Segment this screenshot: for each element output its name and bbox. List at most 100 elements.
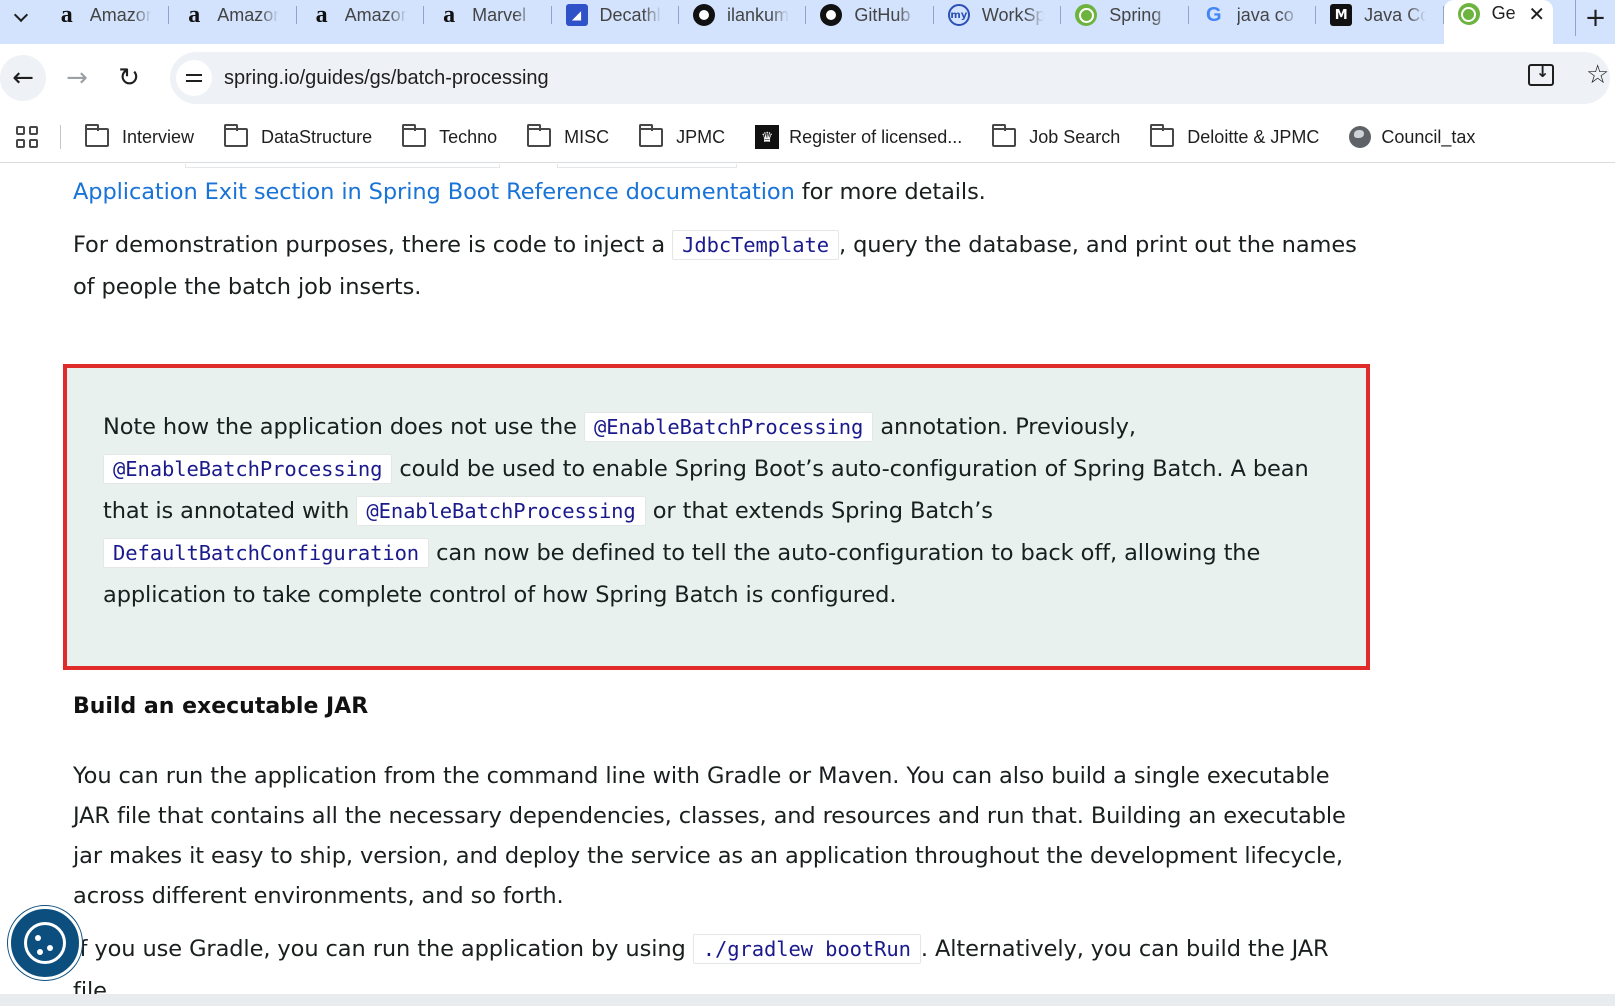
- tab-title: java co: [1236, 4, 1294, 25]
- note-text-part: or that extends Spring Batch’s: [645, 498, 993, 524]
- code-gradlew-bootrun: ./gradlew bootRun: [692, 934, 921, 964]
- app-exit-doc-link[interactable]: Application Exit section in Spring Boot …: [73, 179, 795, 205]
- amazon-icon: a: [315, 1, 328, 28]
- tab-amazon-3[interactable]: a Amazon: [297, 0, 425, 30]
- tab-strip: a Amazon a Amazon a Amazon a Marvel ◢ Decathl…: [0, 0, 1615, 44]
- cookie-icon: [24, 922, 66, 964]
- tab-decathlon[interactable]: ◢ Decathlon: [552, 0, 679, 30]
- bookmark-label: Register of licensed...: [789, 126, 963, 147]
- amazon-icon: a: [443, 1, 456, 28]
- globe-icon: [1349, 126, 1372, 148]
- bookmark-label: JPMC: [676, 126, 726, 147]
- apps-grid-icon[interactable]: [16, 126, 38, 148]
- page-content: Application Exit section in Spring Boot …: [0, 164, 1615, 1006]
- paragraph-app-exit: Application Exit section in Spring Boot …: [73, 171, 1363, 213]
- folder-icon: [639, 123, 664, 147]
- folder-icon: [1150, 123, 1175, 147]
- tab-title: ilankumar: [726, 4, 789, 25]
- tune-icon: [186, 72, 202, 84]
- bookmark-misc[interactable]: MISC: [527, 123, 610, 148]
- bookmark-label: Techno: [439, 126, 498, 147]
- tab-workspace[interactable]: my WorkSpace: [934, 0, 1062, 30]
- note-text-part: annotation. Previously,: [873, 414, 1136, 440]
- bookmark-interview[interactable]: Interview: [85, 123, 195, 148]
- crest-icon: ♛: [755, 125, 780, 149]
- tab-title: Java Co: [1364, 4, 1427, 25]
- note-text: Note how the application does not use th…: [103, 406, 1323, 616]
- tab-java-google[interactable]: Gjava co: [1189, 0, 1317, 30]
- clipped-code-span: [185, 164, 500, 168]
- tab-title: Amazon: [344, 4, 407, 25]
- workspace-icon: my: [947, 4, 970, 26]
- folder-icon: [527, 123, 552, 147]
- browser-toolbar: ← → ↻ spring.io/guides/gs/batch-processi…: [0, 44, 1615, 112]
- clipped-code-span: [557, 164, 737, 168]
- tab-amazon-2[interactable]: a Amazon: [169, 0, 297, 30]
- tab-title: Spring: [1109, 4, 1162, 25]
- tab-title: Ge: [1491, 3, 1516, 23]
- code-default-batch-configuration: DefaultBatchConfiguration: [103, 538, 430, 568]
- note-text-part: Note how the application does not use th…: [103, 414, 584, 440]
- tab-title: GitHub: [854, 4, 911, 25]
- folder-icon: [224, 123, 249, 147]
- code-enable-batch-processing: @EnableBatchProcessing: [356, 496, 646, 526]
- tab-ilankumar[interactable]: ilankumar: [679, 0, 807, 30]
- bookmark-techno[interactable]: Techno: [402, 123, 498, 148]
- paragraph-text: for more details.: [794, 179, 986, 205]
- close-icon[interactable]: ✕: [1528, 2, 1545, 26]
- paragraph-text: For demonstration purposes, there is cod…: [73, 232, 673, 258]
- tab-spring[interactable]: Spring: [1061, 0, 1189, 30]
- bookmark-jpmc[interactable]: JPMC: [639, 123, 726, 148]
- section-heading-build-jar: Build an executable JAR: [73, 694, 369, 719]
- arrow-left-icon: ←: [12, 63, 34, 93]
- tab-active-spring[interactable]: Ge ✕: [1443, 0, 1554, 44]
- tab-title: Amazon: [89, 4, 152, 25]
- tab-java-medium[interactable]: M Java Co: [1316, 0, 1444, 30]
- code-jdbctemplate: JdbcTemplate: [672, 230, 839, 260]
- tab-title: WorkSpace: [981, 4, 1044, 25]
- bottom-strip: [0, 994, 1615, 1006]
- chevron-down-icon: [13, 7, 28, 23]
- site-info-button[interactable]: [176, 60, 212, 96]
- cookie-settings-button[interactable]: [8, 906, 82, 980]
- tab-amazon-1[interactable]: a Amazon: [42, 0, 170, 30]
- paragraph-demonstration: For demonstration purposes, there is cod…: [73, 224, 1363, 308]
- bookmark-label: Interview: [122, 126, 195, 147]
- tab-marvel[interactable]: a Marvel: [424, 0, 552, 30]
- spring-icon: [1457, 3, 1480, 25]
- folder-icon: [402, 123, 427, 147]
- bookmark-job-search[interactable]: Job Search: [992, 123, 1121, 148]
- install-app-icon[interactable]: [1528, 62, 1554, 86]
- tab-title: Marvel: [472, 4, 527, 25]
- medium-icon: M: [1330, 4, 1353, 26]
- bookmark-label: DataStructure: [261, 126, 373, 147]
- reload-icon: ↻: [118, 63, 140, 93]
- forward-button[interactable]: →: [54, 55, 100, 101]
- new-tab-button[interactable]: +: [1575, 0, 1615, 36]
- tab-search-button[interactable]: [0, 0, 42, 36]
- bookmark-deloitte-jpmc[interactable]: Deloitte & JPMC: [1150, 123, 1320, 148]
- tab-title: Amazon: [217, 4, 280, 25]
- amazon-icon: a: [188, 1, 201, 28]
- code-enable-batch-processing: @EnableBatchProcessing: [103, 454, 393, 484]
- back-button[interactable]: ←: [0, 55, 46, 101]
- decathlon-icon: ◢: [565, 4, 588, 26]
- github-icon: [820, 4, 843, 26]
- bookmark-label: Job Search: [1029, 126, 1121, 147]
- bookmark-datastructure[interactable]: DataStructure: [224, 123, 373, 148]
- bookmark-label: Council_tax: [1381, 126, 1476, 147]
- paragraph-executable-jar: You can run the application from the com…: [73, 763, 1346, 909]
- amazon-icon: a: [60, 1, 73, 28]
- bookmark-register[interactable]: ♛ Register of licensed...: [755, 125, 962, 149]
- reload-button[interactable]: ↻: [106, 55, 152, 101]
- bookmark-star-icon[interactable]: ☆: [1586, 60, 1610, 90]
- address-bar[interactable]: spring.io/guides/gs/batch-processing ☆: [170, 52, 1610, 104]
- note-admonition-box: Note how the application does not use th…: [63, 364, 1370, 670]
- arrow-right-icon: →: [66, 63, 88, 93]
- bookmark-label: Deloitte & JPMC: [1187, 126, 1320, 147]
- bookmark-label: MISC: [564, 126, 610, 147]
- tab-github[interactable]: GitHub: [806, 0, 934, 30]
- url-text[interactable]: spring.io/guides/gs/batch-processing: [224, 67, 549, 90]
- bookmark-council-tax[interactable]: Council_tax: [1349, 126, 1475, 148]
- github-icon: [692, 4, 715, 26]
